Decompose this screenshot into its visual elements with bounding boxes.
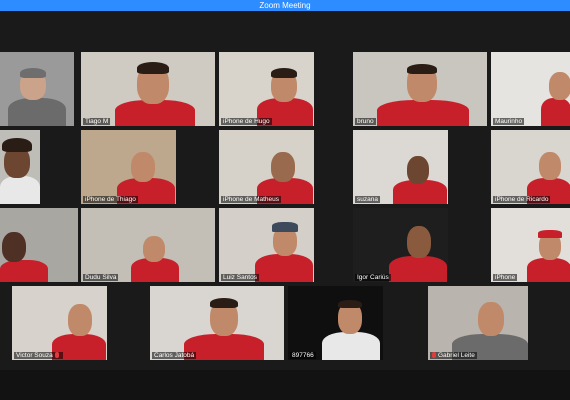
participant-name: Maurinho (493, 118, 525, 125)
participant-video (117, 144, 175, 204)
muted-mic-icon (432, 352, 436, 358)
participant-name: Dudu Silva (83, 274, 119, 281)
participant-name: suzana (355, 196, 380, 203)
participant-name: Carlos Jatobá (152, 352, 197, 359)
participant-name: Tiago M (83, 118, 111, 125)
participant-video (0, 218, 50, 282)
participant-name: Luiz Santos (221, 274, 259, 281)
video-row-4: Victor Souza Carlos Jatobá 897766 Gabrie… (0, 286, 570, 360)
participant-tile[interactable] (0, 208, 78, 282)
participant-tile[interactable]: iPhone de Thiago (81, 130, 176, 204)
participant-name: Igor Cariús (355, 274, 391, 281)
participant-video (184, 288, 264, 360)
participant-video (131, 228, 181, 282)
participant-video (322, 288, 380, 360)
participant-tile[interactable]: 897766 (288, 286, 383, 360)
participant-video (257, 60, 313, 126)
participant-video (257, 144, 313, 204)
participant-video (255, 214, 313, 282)
participant-tile[interactable]: Luiz Santos (219, 208, 314, 282)
participant-name: iPhone (493, 274, 518, 281)
participant-video (115, 56, 195, 126)
participant-tile[interactable]: suzana (353, 130, 448, 204)
participant-name: iPhone de Matheus (221, 196, 282, 203)
participant-name: Victor Souza (14, 352, 63, 359)
participant-tile[interactable]: Maurinho (491, 52, 570, 126)
participant-video (8, 56, 68, 126)
participant-tile-active-speaker[interactable]: Dudu Silva (81, 208, 215, 282)
participant-tile[interactable]: iPhone (491, 208, 570, 282)
participant-name: 897766 (290, 352, 316, 359)
participant-name: bruno (355, 118, 376, 125)
video-row-3: Dudu Silva Luiz Santos Igor Cariús iPhon… (0, 208, 570, 282)
video-row-2: iPhone de Thiago iPhone de Matheus suzan… (0, 130, 570, 204)
window-titlebar[interactable]: Zoom Meeting (0, 0, 570, 11)
participant-video (377, 56, 469, 126)
participant-tile[interactable]: Tiago M (81, 52, 215, 126)
participant-tile[interactable]: Gabriel Leite (428, 286, 528, 360)
participant-name: iPhone de Hugo (221, 118, 272, 125)
participant-video (393, 148, 447, 204)
participant-video (527, 142, 570, 204)
video-row-1: Tiago M iPhone de Hugo bruno Maurinho (0, 52, 570, 126)
participant-name: iPhone de Ricardo (493, 196, 551, 203)
participant-tile[interactable]: iPhone de Hugo (219, 52, 314, 126)
participant-tile[interactable] (0, 52, 74, 126)
window-title: Zoom Meeting (259, 1, 311, 10)
participant-tile[interactable]: iPhone de Matheus (219, 130, 314, 204)
participant-video (527, 218, 570, 282)
participant-video (52, 290, 106, 360)
participant-tile[interactable]: Igor Cariús (353, 208, 448, 282)
participant-video (541, 60, 570, 126)
participant-name: Gabriel Leite (430, 352, 477, 359)
participant-tile[interactable] (0, 130, 40, 204)
participant-video (389, 212, 447, 282)
participant-tile[interactable]: iPhone de Ricardo (491, 130, 570, 204)
muted-mic-icon (54, 352, 59, 358)
participant-video (0, 134, 40, 204)
participant-tile[interactable]: Victor Souza (12, 286, 107, 360)
bottom-strip (0, 370, 570, 400)
participant-name: iPhone de Thiago (83, 196, 138, 203)
participant-tile[interactable]: bruno (353, 52, 487, 126)
participant-tile[interactable]: Carlos Jatobá (150, 286, 284, 360)
participant-video (452, 288, 528, 360)
